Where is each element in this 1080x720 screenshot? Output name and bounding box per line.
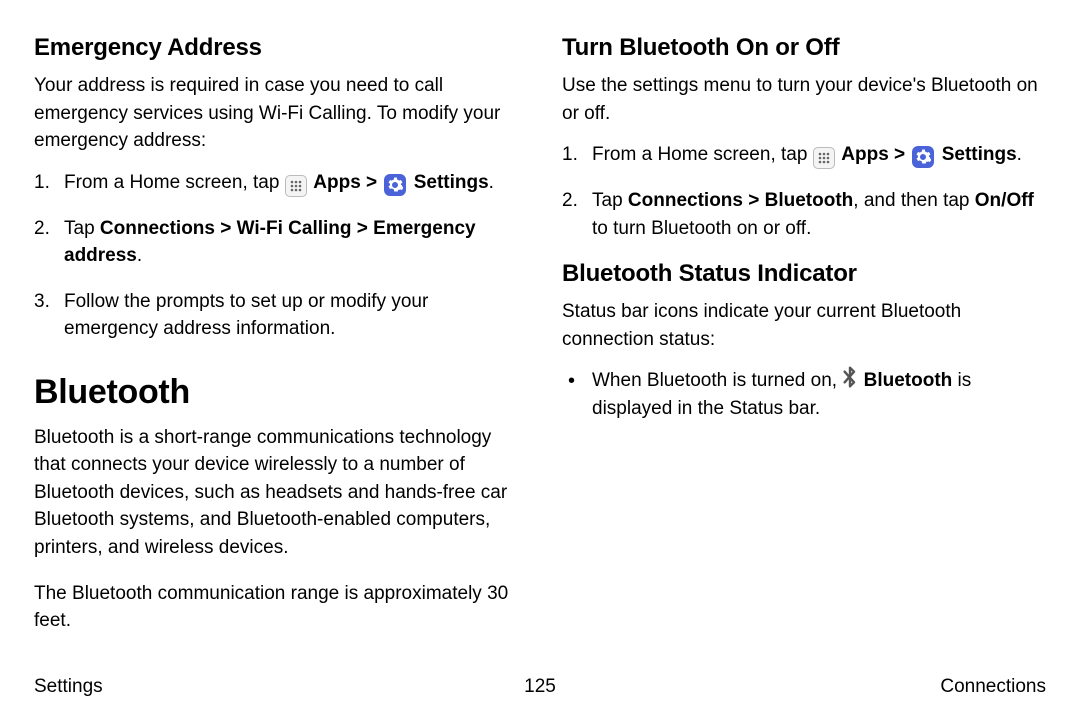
apps-label: Apps (309, 172, 361, 193)
period: . (489, 172, 494, 193)
page: Emergency Address Your address is requir… (0, 0, 1080, 720)
step-bold: Connections > Wi‑Fi Calling > Emergency … (64, 218, 476, 267)
status-intro: Status bar icons indicate your current B… (562, 298, 1046, 353)
right-column: Turn Bluetooth On or Off Use the setting… (562, 32, 1046, 664)
period: . (137, 245, 142, 266)
settings-icon (912, 146, 934, 168)
left-column: Emergency Address Your address is requir… (34, 32, 518, 664)
turn-bluetooth-steps: From a Home screen, tap Apps > Settings.… (562, 141, 1046, 242)
heading-bluetooth-status: Bluetooth Status Indicator (562, 260, 1046, 288)
bullet-bold: Bluetooth (858, 370, 952, 391)
apps-icon (813, 147, 835, 169)
step-bold: On/Off (975, 190, 1034, 211)
turn-step-1: From a Home screen, tap Apps > Settings. (562, 141, 1046, 169)
footer-page-number: 125 (524, 676, 556, 698)
apps-icon (285, 175, 307, 197)
emergency-step-3: Follow the prompts to set up or modify y… (34, 288, 518, 343)
chevron: > (361, 172, 383, 193)
apps-label: Apps (837, 144, 889, 165)
step-text: , and then tap (853, 190, 975, 211)
heading-turn-bluetooth: Turn Bluetooth On or Off (562, 34, 1046, 62)
chevron: > (889, 144, 911, 165)
footer-right: Connections (940, 676, 1046, 698)
emergency-step-1: From a Home screen, tap Apps > Settings. (34, 169, 518, 197)
emergency-intro: Your address is required in case you nee… (34, 72, 518, 155)
step-bold: Connections > Bluetooth (628, 190, 853, 211)
turn-step-2: Tap Connections > Bluetooth, and then ta… (562, 187, 1046, 242)
step-text: Tap (64, 218, 100, 239)
heading-emergency-address: Emergency Address (34, 34, 518, 62)
status-bullet-1: When Bluetooth is turned on, Bluetooth i… (562, 367, 1046, 422)
heading-bluetooth: Bluetooth (34, 373, 518, 412)
emergency-step-2: Tap Connections > Wi‑Fi Calling > Emerge… (34, 215, 518, 270)
footer: Settings 125 Connections (34, 664, 1046, 698)
status-bullets: When Bluetooth is turned on, Bluetooth i… (562, 367, 1046, 422)
settings-label: Settings (936, 144, 1016, 165)
step-text: Tap (592, 190, 628, 211)
footer-left: Settings (34, 676, 103, 698)
bluetooth-para-1: Bluetooth is a short-range communication… (34, 424, 518, 562)
settings-icon (384, 174, 406, 196)
step-text: From a Home screen, tap (592, 144, 813, 165)
bluetooth-icon (842, 368, 858, 386)
step-text: From a Home screen, tap (64, 172, 285, 193)
bluetooth-para-2: The Bluetooth communication range is app… (34, 580, 518, 635)
columns: Emergency Address Your address is requir… (34, 32, 1046, 664)
turn-bluetooth-intro: Use the settings menu to turn your devic… (562, 72, 1046, 127)
settings-label: Settings (408, 172, 488, 193)
period: . (1017, 144, 1022, 165)
step-text: to turn Bluetooth on or off. (592, 218, 811, 239)
emergency-steps: From a Home screen, tap Apps > Settings.… (34, 169, 518, 343)
bullet-text: When Bluetooth is turned on, (592, 370, 842, 391)
